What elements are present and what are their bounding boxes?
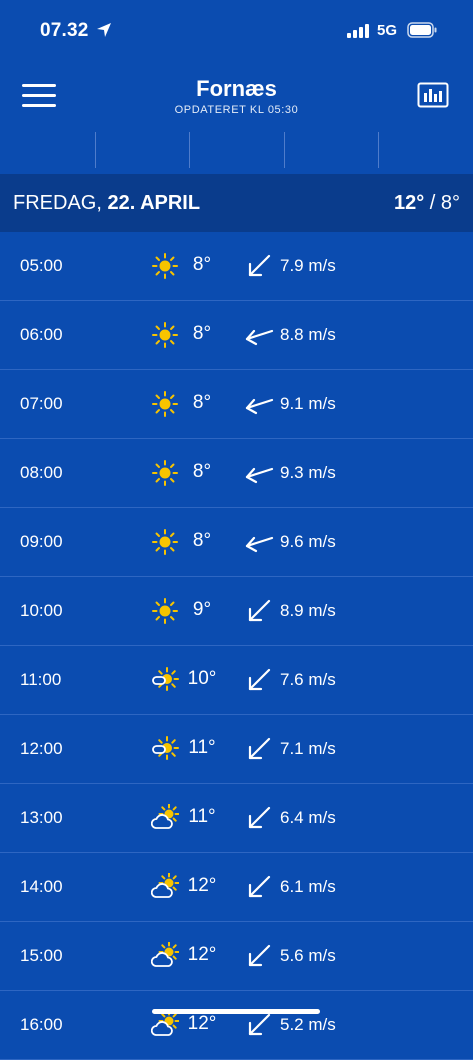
hour-row[interactable]: 12:00 11° 7.1 m/s (0, 715, 473, 784)
hour-temp: 8° (192, 461, 212, 482)
hour-row[interactable]: 10:00 9° 8.9 m/s (0, 577, 473, 646)
temp-separator: / (424, 192, 441, 214)
wind-arrow-southwest-icon (248, 1013, 271, 1036)
hour-row[interactable]: 14:00 12° 6.1 m/s (0, 853, 473, 922)
partly-cloudy-icon (151, 942, 179, 967)
partly-cloudy-icon (151, 1011, 179, 1036)
hour-temp: 9° (192, 599, 212, 620)
day-high-temp: 12° (393, 192, 425, 214)
hour-time: 07:00 (20, 394, 63, 413)
hour-temp: 8° (192, 323, 212, 344)
sun-cloud-icon (152, 667, 179, 691)
hour-row[interactable]: 06:00 8° 8.8 m/s (0, 301, 473, 370)
hour-wind: 7.9 m/s (280, 256, 336, 275)
hour-wind: 6.1 m/s (280, 877, 336, 896)
hour-row[interactable]: 08:00 8° 9.3 m/s (0, 439, 473, 508)
hour-temp: 11° (188, 806, 216, 827)
hour-temp: 12° (187, 944, 217, 965)
hour-wind: 8.8 m/s (280, 325, 336, 344)
wind-arrow-southwest-icon (248, 254, 271, 277)
day-low-temp: 8° (440, 192, 460, 214)
battery-icon (407, 22, 437, 38)
hour-wind: 5.6 m/s (280, 946, 336, 965)
day-name: FREDAG, (13, 192, 108, 214)
hour-time: 06:00 (20, 325, 63, 344)
sun-icon (152, 391, 178, 417)
location-title: Fornæs (196, 76, 277, 101)
hour-time: 08:00 (20, 463, 63, 482)
hour-row[interactable]: 07:00 8° 9.1 m/s (0, 370, 473, 439)
hour-temp: 11° (188, 737, 216, 758)
hourly-forecast-list: 05:00 8° 7.9 m/s 06:00 8° 8.8 m/s 07:00 8° 9.1… (0, 232, 473, 1060)
hour-wind: 9.3 m/s (280, 463, 336, 482)
hour-temp: 8° (192, 254, 212, 275)
hour-wind: 7.6 m/s (280, 670, 336, 689)
hour-time: 16:00 (20, 1015, 63, 1034)
hour-wind: 9.1 m/s (280, 394, 336, 413)
updated-label: OPDATERET KL 05:30 (174, 104, 299, 116)
wind-arrow-southwest-icon (248, 875, 271, 898)
wind-arrow-southwest-icon (248, 737, 271, 760)
sun-icon (152, 460, 178, 486)
hour-wind: 9.6 m/s (280, 532, 336, 551)
network-label: 5G (377, 22, 398, 39)
day-temperature-range: 12° / 8° (394, 192, 460, 215)
wind-arrow-southwest-icon (248, 668, 271, 691)
hour-time: 05:00 (20, 256, 63, 275)
sun-icon (152, 322, 178, 348)
sun-cloud-icon (152, 736, 179, 760)
hour-wind: 8.9 m/s (280, 601, 336, 620)
hour-time: 12:00 (20, 739, 63, 758)
location-arrow-icon (97, 23, 111, 37)
hour-row[interactable]: 09:00 8° 9.6 m/s (0, 508, 473, 577)
hour-temp: 8° (192, 530, 212, 551)
hour-time: 11:00 (20, 670, 62, 689)
wind-arrow-west-southwest-icon (245, 467, 274, 484)
wind-arrow-southwest-icon (248, 944, 271, 967)
sun-icon (152, 598, 178, 624)
hour-temp: 8° (192, 392, 212, 413)
bar-chart-icon[interactable] (417, 82, 449, 108)
hour-time: 14:00 (20, 877, 63, 896)
wind-arrow-southwest-icon (248, 599, 271, 622)
home-indicator (152, 1009, 320, 1014)
sun-icon (152, 529, 178, 555)
hour-time: 09:00 (20, 532, 63, 551)
partly-cloudy-icon (151, 804, 179, 829)
hour-time: 10:00 (20, 601, 63, 620)
day-label: FREDAG, 22. APRIL (13, 192, 200, 215)
wind-arrow-southwest-icon (248, 806, 271, 829)
signal-icon (347, 24, 369, 38)
day-date: 22. APRIL (107, 192, 201, 214)
hour-wind: 6.4 m/s (280, 808, 336, 827)
status-time: 07.32 (40, 20, 89, 41)
hour-row[interactable]: 16:00 12° 5.2 m/s (0, 991, 473, 1060)
hour-temp: 10° (187, 668, 217, 689)
hour-wind: 7.1 m/s (280, 739, 336, 758)
hour-wind: 5.2 m/s (280, 1015, 336, 1034)
hour-time: 13:00 (20, 808, 63, 827)
hour-temp: 12° (187, 1013, 217, 1034)
hour-row[interactable]: 13:00 11° 6.4 m/s (0, 784, 473, 853)
wind-arrow-west-southwest-icon (245, 536, 274, 553)
sun-icon (152, 253, 178, 279)
wind-arrow-west-southwest-icon (245, 329, 274, 346)
hour-row[interactable]: 15:00 12° 5.6 m/s (0, 922, 473, 991)
status-bar: 07.32 5G (0, 0, 473, 62)
header-tab-dividers (0, 132, 473, 168)
wind-arrow-west-southwest-icon (245, 398, 274, 415)
hour-time: 15:00 (20, 946, 63, 965)
partly-cloudy-icon (151, 873, 179, 898)
hour-row[interactable]: 05:00 8° 7.9 m/s (0, 232, 473, 301)
hour-row[interactable]: 11:00 10° 7.6 m/s (0, 646, 473, 715)
hour-temp: 12° (187, 875, 217, 896)
